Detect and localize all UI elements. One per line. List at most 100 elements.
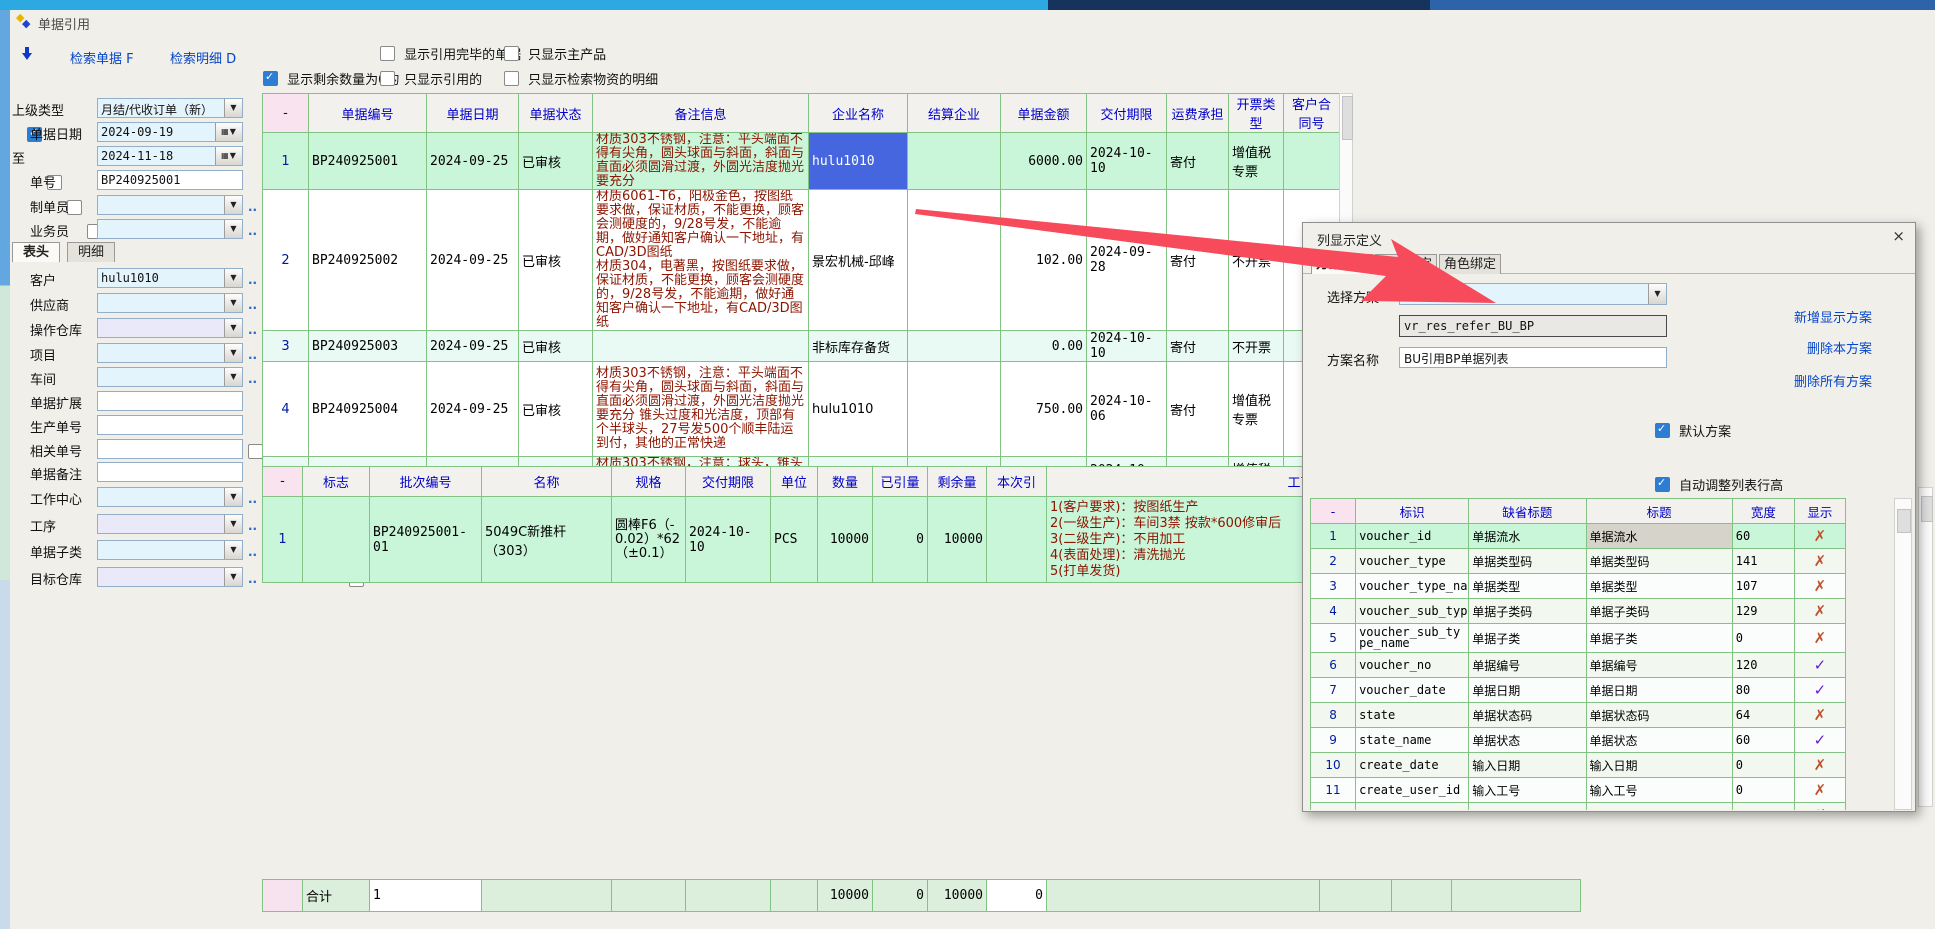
remark-cell[interactable]: 材质6061-T6，阳极金色，按图纸要求做，保证材质，不能更换，顾客会测硬度的，… (593, 190, 809, 331)
invoice-type-cell[interactable]: 增值税专票 (1229, 133, 1284, 190)
col-header-flag[interactable]: 标志 (303, 467, 370, 497)
col-header-voucher-date[interactable]: 单据日期 (427, 94, 519, 133)
identifier-cell[interactable]: state (1356, 703, 1469, 728)
search-detail-button[interactable]: 检索明细 D (170, 48, 236, 67)
default-title-cell[interactable]: 单据类型码 (1469, 549, 1586, 574)
col-header-settle-company[interactable]: 结算企业 (908, 94, 1001, 133)
row-index[interactable]: 4 (263, 362, 309, 457)
parent-type-select[interactable]: 月结/代收订单（新） ▼ (97, 98, 243, 118)
checkbox-icon[interactable] (504, 71, 519, 86)
scheme-select[interactable]: ▼ (1399, 283, 1667, 305)
col-header-referenced-qty[interactable]: 已引量 (873, 467, 928, 497)
width-cell[interactable]: 60 (1732, 524, 1794, 549)
width-cell[interactable]: 141 (1732, 549, 1794, 574)
identifier-cell[interactable]: state_name (1356, 728, 1469, 753)
title-cell[interactable]: 输入工号 (1586, 778, 1732, 803)
voucher-subtype-select[interactable]: ▼ (97, 540, 243, 560)
col-header-batch-no[interactable]: 批次编号 (370, 467, 482, 497)
hidden-x-icon[interactable]: ✗ (1814, 527, 1827, 545)
col-header-name[interactable]: 名称 (482, 467, 612, 497)
chevron-down-icon[interactable]: ▼ (224, 541, 242, 559)
row-index[interactable]: 3 (263, 331, 309, 362)
width-cell[interactable]: 60 (1732, 728, 1794, 753)
search-voucher-button[interactable]: 检索单据 F (70, 48, 134, 67)
batch-no-cell[interactable]: BP240925001-01 (370, 497, 482, 583)
target-warehouse-lookup-dots[interactable]: .. (248, 572, 257, 586)
column-row[interactable]: 6 voucher_no 单据编号 单据编号 120 ✓ (1311, 653, 1846, 678)
state-cell[interactable]: 已审核 (519, 190, 593, 331)
width-cell[interactable]: 64 (1732, 703, 1794, 728)
calendar-icon[interactable]: ▦▼ (215, 147, 242, 165)
maker-select[interactable]: ▼ (97, 195, 243, 215)
identifier-cell[interactable]: voucher_sub_type_name (1356, 624, 1469, 653)
chevron-down-icon[interactable]: ▼ (224, 294, 242, 312)
default-title-cell[interactable]: 单据子类码 (1469, 599, 1586, 624)
chevron-down-icon[interactable]: ▼ (224, 344, 242, 362)
settle-company-cell[interactable] (908, 362, 1001, 457)
title-cell[interactable]: 单据子类 (1586, 624, 1732, 653)
column-row-clipped[interactable]: 12 create_user_name ✗ (1311, 803, 1846, 811)
row-index[interactable]: 12 (1311, 803, 1356, 811)
checkbox-only-referenced[interactable]: 只显示引用的 (380, 68, 482, 88)
default-title-cell[interactable]: 单据子类 (1469, 624, 1586, 653)
voucher-ext-input[interactable] (97, 391, 243, 411)
voucher-row[interactable]: 3 BP240925003 2024-09-25 已审核 非标库存备货 0.00… (263, 331, 1340, 362)
row-index[interactable]: 1 (263, 497, 303, 583)
title-cell[interactable]: 单据类型 (1586, 574, 1732, 599)
column-row[interactable]: 2 voucher_type 单据类型码 单据类型码 141 ✗ (1311, 549, 1846, 574)
col-header-company[interactable]: 企业名称 (809, 94, 908, 133)
hidden-x-icon[interactable]: ✗ (1814, 602, 1827, 620)
row-index[interactable]: 11 (1311, 778, 1356, 803)
default-title-cell[interactable]: 单据状态 (1469, 728, 1586, 753)
deadline-cell[interactable]: 2024-10-10 (1087, 133, 1167, 190)
chevron-down-icon[interactable]: ▼ (224, 515, 242, 533)
settle-company-cell[interactable] (908, 190, 1001, 331)
name-cell[interactable]: 5049C新推杆（303） (482, 497, 612, 583)
col-header-index[interactable]: - (263, 467, 303, 497)
process-lookup-dots[interactable]: .. (248, 519, 257, 533)
deadline-cell[interactable]: 2024-10-10 (1087, 331, 1167, 362)
freight-cell[interactable]: 寄付 (1167, 331, 1229, 362)
state-cell[interactable]: 已审核 (519, 331, 593, 362)
scrollbar-thumb[interactable] (1342, 96, 1353, 140)
column-row[interactable]: 8 state 单据状态码 单据状态码 64 ✗ (1311, 703, 1846, 728)
spec-cell[interactable]: 圆棒F6（-0.02）*62（±0.1） (612, 497, 686, 583)
col-header-default-title[interactable]: 缺省标题 (1469, 499, 1586, 524)
col-header-remaining-qty[interactable]: 剩余量 (928, 467, 987, 497)
maker-checkbox[interactable] (67, 200, 82, 215)
column-row[interactable]: 9 state_name 单据状态 单据状态 60 ✓ (1311, 728, 1846, 753)
remaining-qty-cell[interactable]: 10000 (928, 497, 987, 583)
project-lookup-dots[interactable]: .. (248, 348, 257, 362)
col-header-width[interactable]: 宽度 (1732, 499, 1794, 524)
checkbox-icon[interactable] (380, 71, 395, 86)
col-header-identifier[interactable]: 标识 (1356, 499, 1469, 524)
op-warehouse-lookup-dots[interactable]: .. (248, 323, 257, 337)
col-header-index[interactable]: - (1311, 499, 1356, 524)
width-cell[interactable]: 0 (1732, 778, 1794, 803)
row-index[interactable]: 3 (1311, 574, 1356, 599)
voucher-no-cell[interactable]: BP240925003 (309, 331, 427, 362)
calendar-icon[interactable]: ▦▼ (215, 123, 242, 141)
workshop-select[interactable]: ▼ (97, 367, 243, 387)
unit-cell[interactable]: PCS (771, 497, 818, 583)
width-cell[interactable]: 129 (1732, 599, 1794, 624)
chevron-down-icon[interactable]: ▼ (224, 99, 242, 117)
col-header-deadline[interactable]: 交付期限 (686, 467, 771, 497)
default-title-cell[interactable]: 输入日期 (1469, 753, 1586, 778)
col-header-invoice-type[interactable]: 开票类型 (1229, 94, 1284, 133)
hidden-x-icon[interactable]: ✗ (1814, 577, 1827, 595)
default-title-cell[interactable]: 单据状态码 (1469, 703, 1586, 728)
col-header-index[interactable]: - (263, 94, 309, 133)
target-warehouse-select[interactable]: ▼ (97, 567, 243, 587)
title-cell[interactable]: 单据状态码 (1586, 703, 1732, 728)
customer-select[interactable]: hulu1010 ▼ (97, 268, 243, 288)
checkbox-show-zero-remaining[interactable]: 显示剩余数量为0的 (263, 68, 399, 88)
title-cell[interactable]: 单据类型码 (1586, 549, 1732, 574)
supplier-select[interactable]: ▼ (97, 293, 243, 313)
default-title-cell[interactable]: 单据流水 (1469, 524, 1586, 549)
freight-cell[interactable]: 寄付 (1167, 362, 1229, 457)
visible-check-icon[interactable]: ✓ (1814, 681, 1827, 699)
col-header-remark[interactable]: 备注信息 (593, 94, 809, 133)
production-no-input[interactable] (97, 415, 243, 435)
column-row[interactable]: 3 voucher_type_name 单据类型 单据类型 107 ✗ (1311, 574, 1846, 599)
